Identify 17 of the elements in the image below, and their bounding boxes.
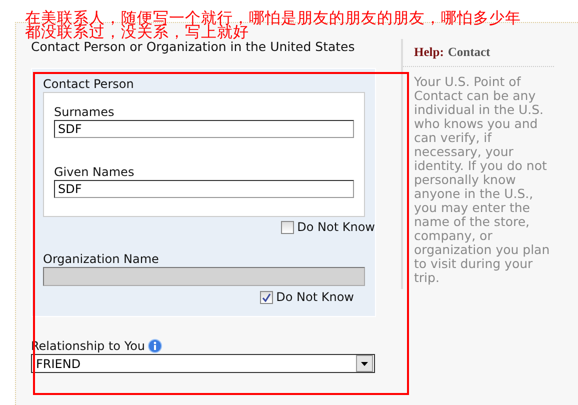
annotation-text: 在美联系人，随便写一个就行，哪怕是朋友的朋友的朋友，哪怕多少年 都没联系过，没关系，写上就好	[25, 11, 521, 39]
help-title: Contact	[448, 45, 490, 60]
input-field[interactable]: SDF	[54, 180, 354, 198]
field-label: Organization Name	[43, 252, 160, 266]
checkbox-label: Do Not Know	[297, 220, 375, 234]
info-icon[interactable]	[148, 339, 162, 353]
help-prefix: Help:	[414, 45, 444, 60]
checkbox-label: Do Not Know	[276, 290, 354, 304]
group-label: Contact Person	[43, 77, 135, 91]
help-text: Your U.S. Point of Contact can be any individual in the U.S. who knows you and can verify, if necessary, your identity. If you do not personally know anyone in the U.S., you may enter the name of the store, company, or organization you plan to visit during your trip.	[413, 75, 551, 285]
section-heading: Contact Person or Organization in the United States	[31, 39, 356, 54]
checkbox[interactable]	[281, 220, 294, 234]
field-label: Surnames	[54, 105, 116, 119]
relationship-dropdown[interactable]: FRIEND	[31, 354, 375, 373]
caret-icon	[361, 362, 368, 366]
input-field[interactable]: SDF	[54, 120, 354, 138]
field-label: Given Names	[54, 165, 136, 179]
